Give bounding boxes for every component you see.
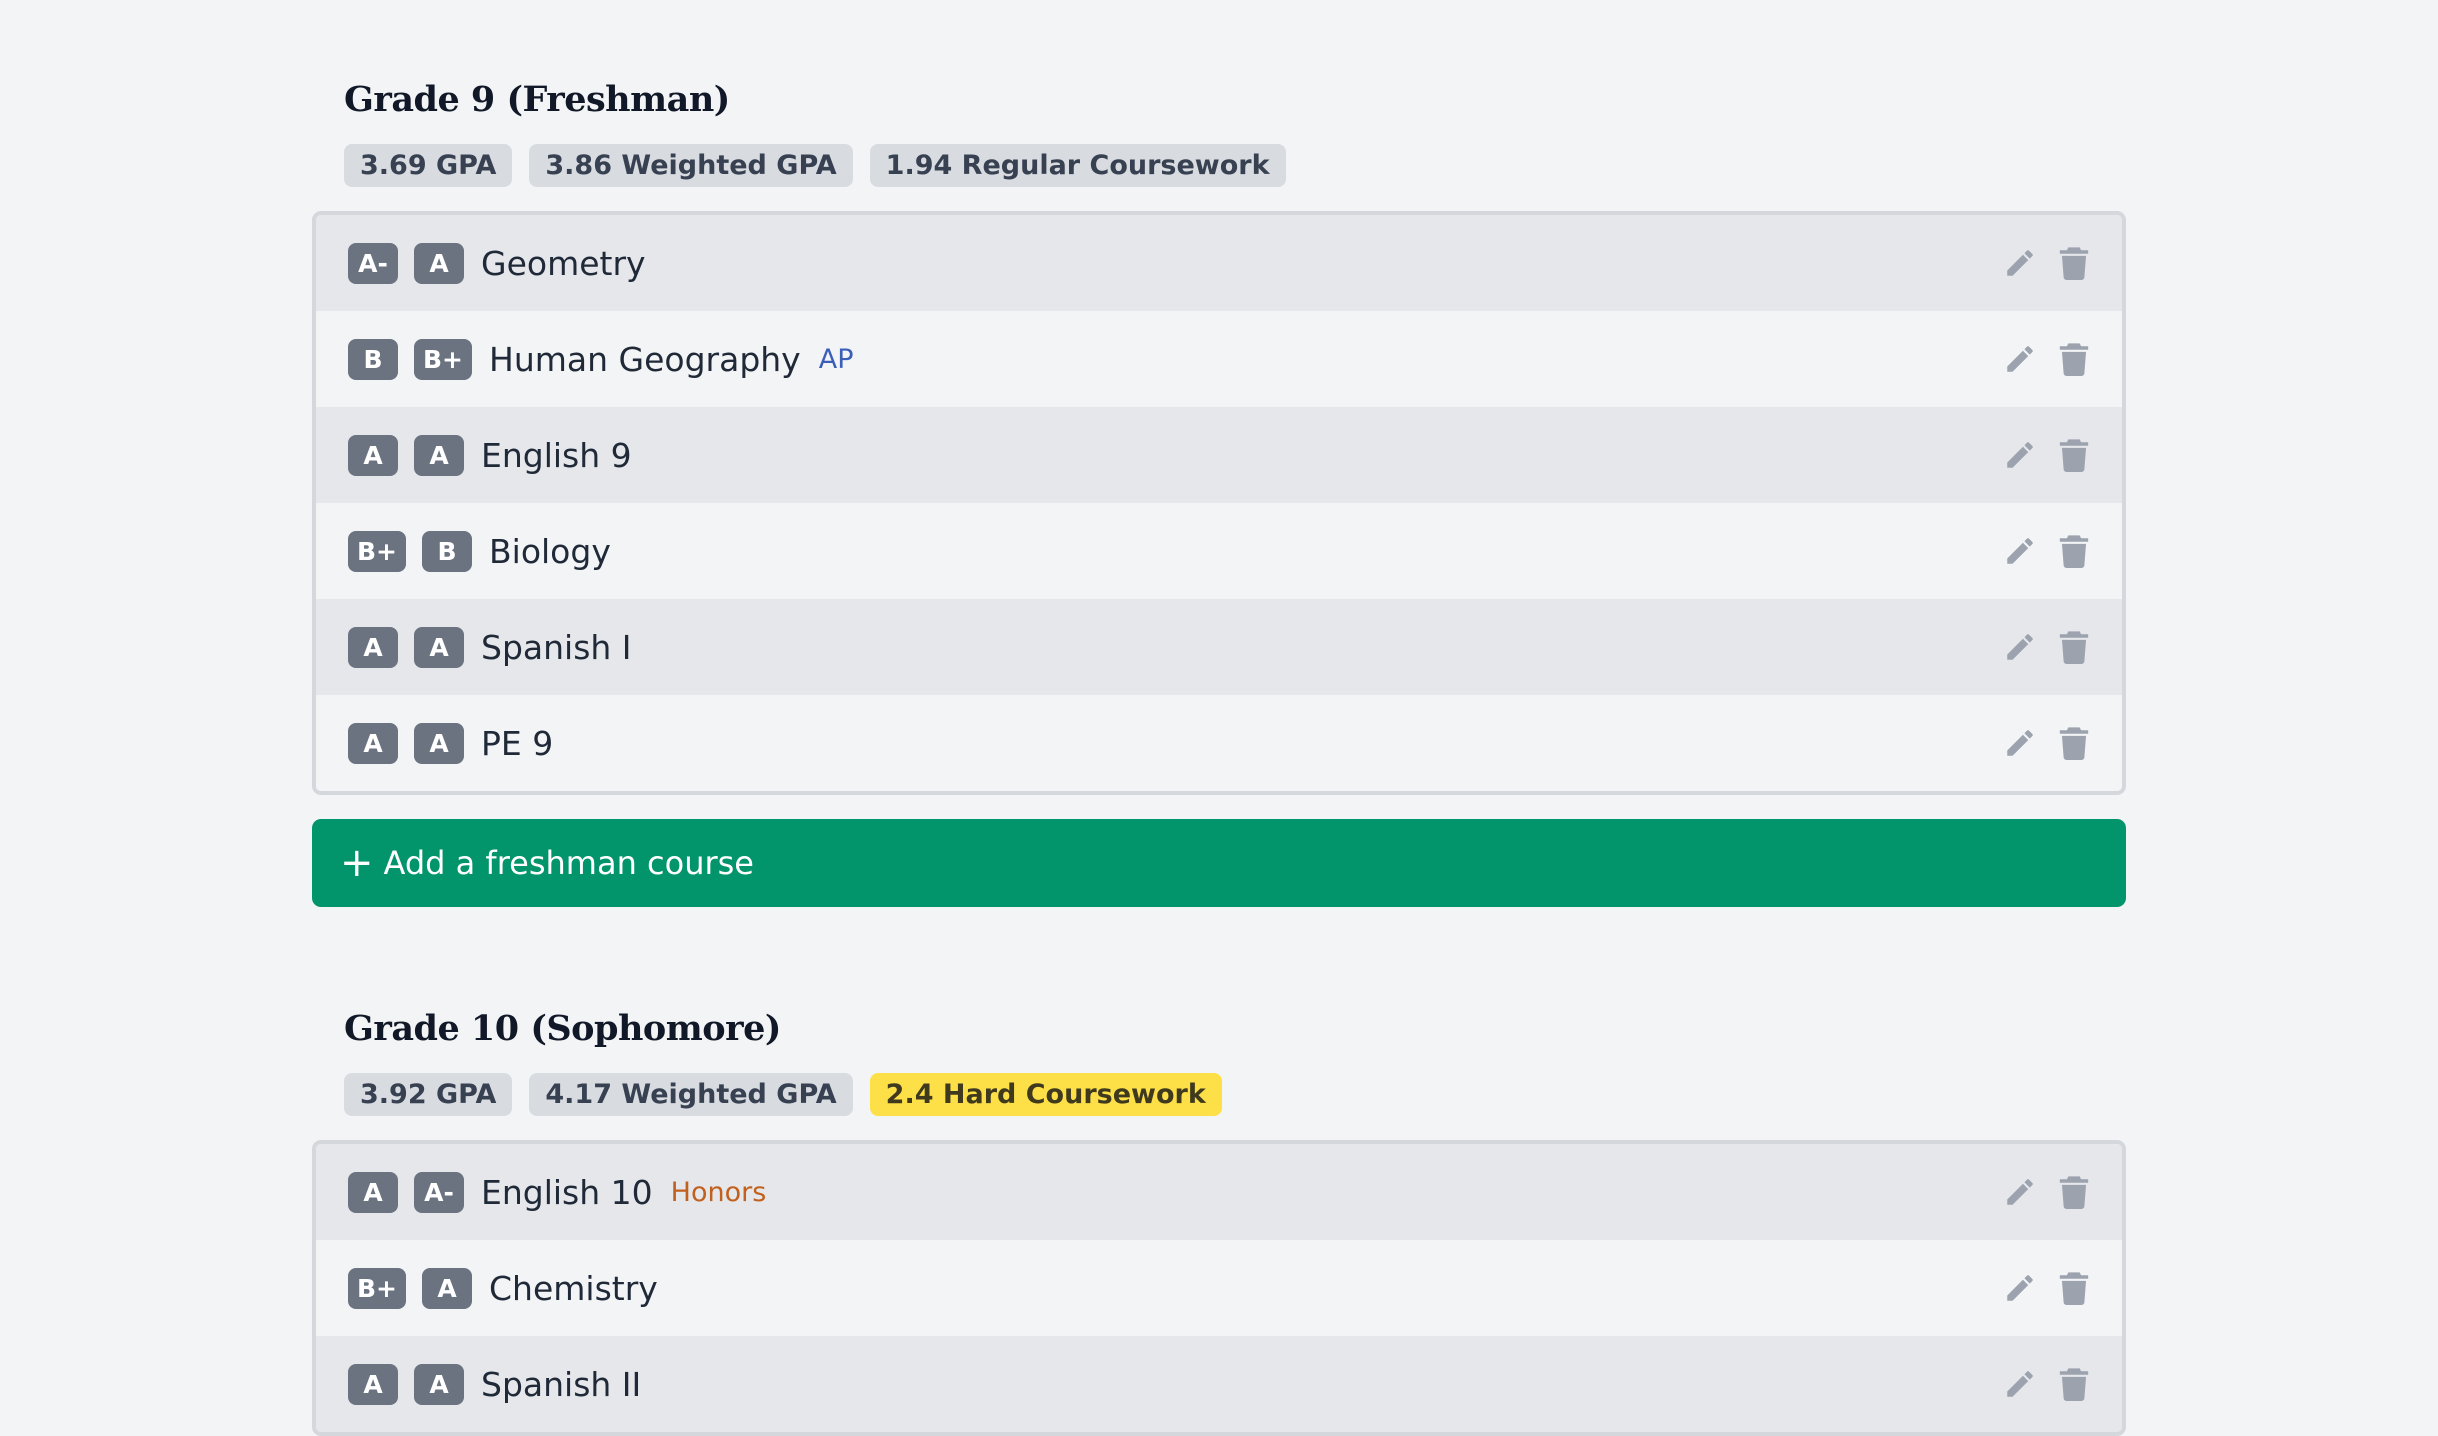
- year-title: Grade 9 (Freshman): [344, 79, 730, 120]
- coursework-rigor-badge: 2.4 Hard Coursework: [869, 1073, 1222, 1116]
- gpa-badge: 3.69 GPA: [344, 144, 513, 187]
- semester-2-grade: A: [414, 722, 464, 764]
- course-row: B B+ Human Geography AP: [316, 311, 2122, 407]
- course-row: A A English 9: [316, 407, 2122, 503]
- semester-1-grade: A: [348, 434, 398, 476]
- semester-1-grade: B: [348, 338, 398, 380]
- pencil-icon[interactable]: [2000, 243, 2040, 283]
- semester-1-grade: B+: [348, 1267, 407, 1309]
- add-freshman-course-button[interactable]: + Add a freshman course: [312, 819, 2126, 907]
- semester-1-grade: A: [348, 626, 398, 668]
- pencil-icon[interactable]: [2000, 1364, 2040, 1404]
- coursework-rigor-badge: 1.94 Regular Coursework: [869, 144, 1286, 187]
- course-row: A A PE 9: [316, 695, 2122, 791]
- semester-2-grade: A: [422, 1267, 473, 1309]
- pencil-icon[interactable]: [2000, 531, 2040, 571]
- weighted-gpa-badge: 4.17 Weighted GPA: [529, 1073, 853, 1116]
- year-title: Grade 10 (Sophomore): [344, 1008, 781, 1049]
- pencil-icon[interactable]: [2000, 435, 2040, 475]
- course-row: A- A Geometry: [316, 215, 2122, 311]
- pencil-icon[interactable]: [2000, 339, 2040, 379]
- course-list: A A- English 10 Honors B+ A Chemistry A …: [312, 1140, 2126, 1436]
- year-section-freshman: Grade 9 (Freshman) 3.69 GPA 3.86 Weighte…: [312, 76, 2126, 907]
- course-row: A A Spanish I: [316, 599, 2122, 695]
- weighted-gpa-badge: 3.86 Weighted GPA: [529, 144, 853, 187]
- semester-2-grade: A: [414, 434, 464, 476]
- pencil-icon[interactable]: [2000, 627, 2040, 667]
- gpa-badge: 3.92 GPA: [344, 1073, 513, 1116]
- add-course-label: Add a freshman course: [383, 844, 754, 882]
- course-name: Chemistry: [489, 1268, 658, 1308]
- course-row: A A Spanish II: [316, 1336, 2122, 1432]
- course-row: B+ A Chemistry: [316, 1240, 2122, 1336]
- semester-1-grade: A: [348, 1171, 398, 1213]
- year-stats: 3.92 GPA 4.17 Weighted GPA 2.4 Hard Cour…: [344, 1073, 2126, 1116]
- pencil-icon[interactable]: [2000, 1172, 2040, 1212]
- course-level-tag: AP: [818, 343, 854, 375]
- semester-2-grade: A: [414, 242, 464, 284]
- course-row: B+ B Biology: [316, 503, 2122, 599]
- course-name: English 9: [481, 435, 632, 475]
- course-name: English 10: [481, 1172, 653, 1212]
- trash-icon[interactable]: [2054, 531, 2094, 571]
- course-list: A- A Geometry B B+ Human Geography AP A …: [312, 211, 2126, 795]
- plus-icon: +: [340, 840, 374, 886]
- trash-icon[interactable]: [2054, 627, 2094, 667]
- semester-1-grade: A: [348, 722, 398, 764]
- semester-2-grade: A: [414, 626, 464, 668]
- semester-1-grade: A-: [348, 242, 398, 284]
- course-name: Biology: [489, 531, 611, 571]
- course-level-tag: Honors: [670, 1176, 767, 1208]
- semester-2-grade: B+: [414, 338, 473, 380]
- trash-icon[interactable]: [2054, 435, 2094, 475]
- gpa-planner: Grade 9 (Freshman) 3.69 GPA 3.86 Weighte…: [312, 0, 2126, 1436]
- course-name: Spanish I: [481, 627, 632, 667]
- year-section-sophomore: Grade 10 (Sophomore) 3.92 GPA 4.17 Weigh…: [312, 1005, 2126, 1436]
- trash-icon[interactable]: [2054, 339, 2094, 379]
- semester-1-grade: A: [348, 1363, 398, 1405]
- course-name: PE 9: [481, 723, 554, 763]
- pencil-icon[interactable]: [2000, 1268, 2040, 1308]
- course-name: Geometry: [481, 243, 646, 283]
- course-name: Human Geography: [489, 339, 801, 379]
- course-row: A A- English 10 Honors: [316, 1144, 2122, 1240]
- trash-icon[interactable]: [2054, 243, 2094, 283]
- semester-2-grade: A-: [414, 1171, 464, 1213]
- trash-icon[interactable]: [2054, 723, 2094, 763]
- trash-icon[interactable]: [2054, 1364, 2094, 1404]
- semester-2-grade: A: [414, 1363, 464, 1405]
- pencil-icon[interactable]: [2000, 723, 2040, 763]
- trash-icon[interactable]: [2054, 1172, 2094, 1212]
- trash-icon[interactable]: [2054, 1268, 2094, 1308]
- semester-2-grade: B: [422, 530, 473, 572]
- semester-1-grade: B+: [348, 530, 407, 572]
- year-stats: 3.69 GPA 3.86 Weighted GPA 1.94 Regular …: [344, 144, 2126, 187]
